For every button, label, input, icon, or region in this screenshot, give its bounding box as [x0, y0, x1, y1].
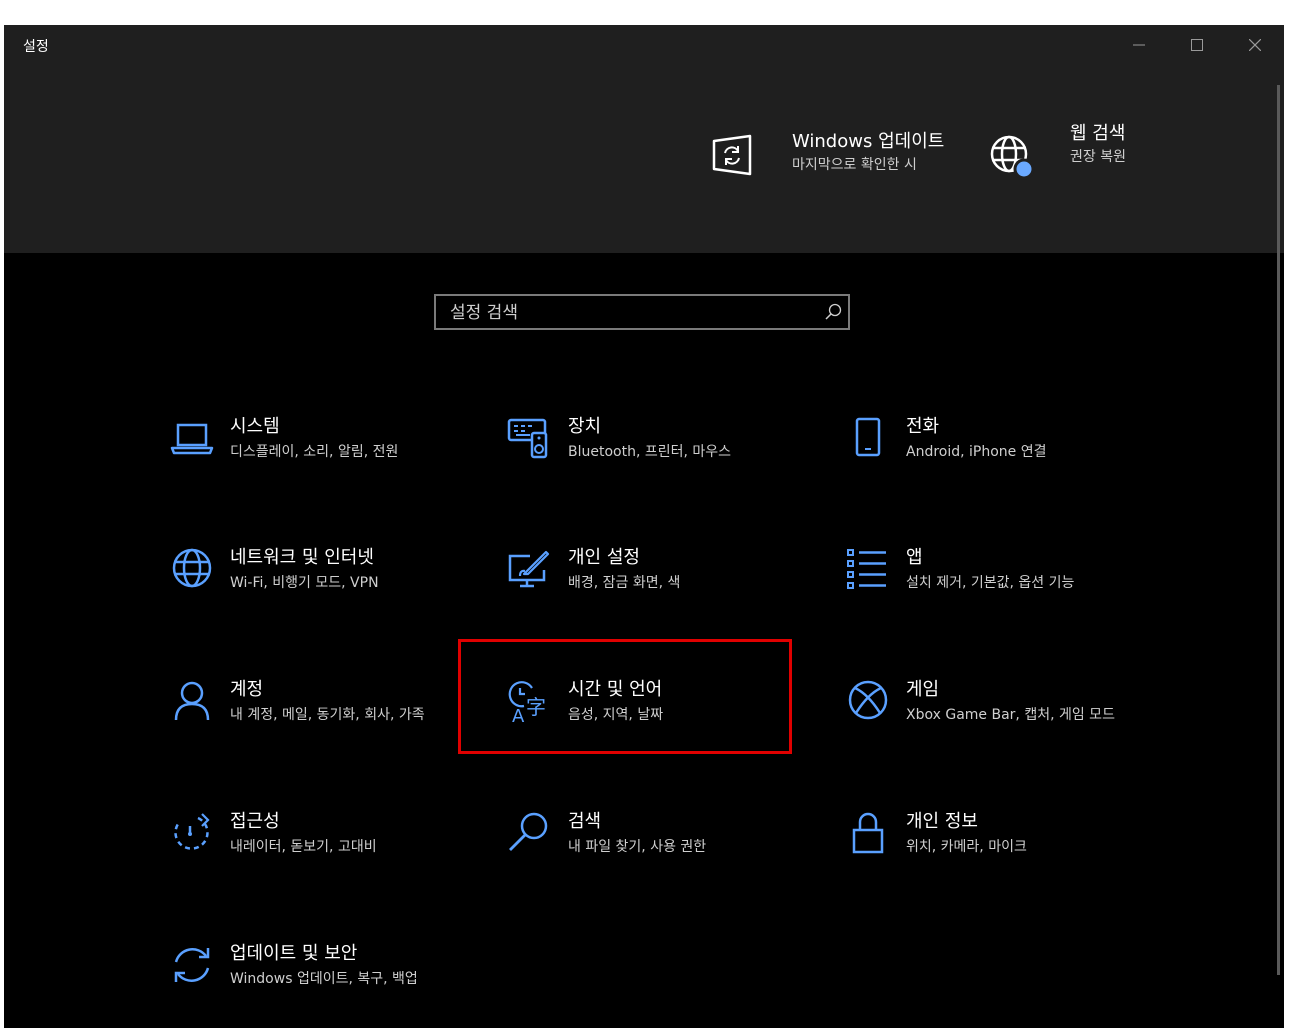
devices-icon	[507, 418, 548, 459]
lock-icon	[852, 812, 884, 854]
tile-accounts[interactable]: 계정 내 계정, 메일, 동기화, 회사, 가족	[160, 678, 490, 788]
tile-system-title: 시스템	[230, 416, 280, 437]
accessibility-timer-icon	[174, 813, 210, 850]
maximize-button[interactable]	[1168, 25, 1226, 65]
tile-phone-title: 전화	[906, 416, 940, 437]
tile-devices[interactable]: 장치 Bluetooth, 프린터, 마우스	[498, 415, 828, 525]
windows-update-title: Windows 업데이트	[792, 131, 945, 152]
tile-system[interactable]: 시스템 디스플레이, 소리, 알림, 전원	[160, 415, 490, 525]
tile-phone-subtitle: Android, iPhone 연결	[906, 444, 1047, 460]
sync-icon	[174, 948, 210, 982]
tile-gaming[interactable]: 게임 Xbox Game Bar, 캡처, 게임 모드	[836, 678, 1166, 788]
title-bar: 설정	[4, 25, 1284, 65]
search-icon	[509, 812, 548, 851]
tile-accessibility-title: 접근성	[230, 811, 280, 832]
search-icon[interactable]	[824, 303, 842, 321]
person-icon	[174, 681, 210, 721]
settings-header: Windows 업데이트 마지막으로 확인한 시 웹 검색 권장 복원	[4, 65, 1284, 253]
web-search-subtitle: 권장 복원	[1070, 149, 1126, 165]
laptop-icon	[170, 423, 214, 455]
tile-gaming-title: 게임	[906, 679, 940, 700]
tile-accounts-title: 계정	[230, 679, 264, 700]
web-search-shortcut[interactable]: 웹 검색 권장 복원	[988, 123, 1126, 183]
outer-frame	[0, 0, 1290, 25]
tile-apps-subtitle: 설치 제거, 기본값, 옵션 기능	[906, 575, 1075, 591]
tile-privacy-subtitle: 위치, 카메라, 마이크	[906, 839, 1027, 855]
tile-privacy[interactable]: 개인 정보 위치, 카메라, 마이크	[836, 810, 1166, 920]
tile-personalization-title: 개인 설정	[568, 547, 640, 568]
tile-update-security-subtitle: Windows 업데이트, 복구, 백업	[230, 971, 418, 987]
tile-network-title: 네트워크 및 인터넷	[230, 547, 374, 568]
tile-search-subtitle: 내 파일 찾기, 사용 권한	[568, 839, 707, 855]
tile-system-subtitle: 디스플레이, 소리, 알림, 전원	[230, 444, 399, 460]
tile-accounts-subtitle: 내 계정, 메일, 동기화, 회사, 가족	[230, 707, 425, 723]
tile-gaming-subtitle: Xbox Game Bar, 캡처, 게임 모드	[906, 707, 1115, 723]
phone-icon	[855, 417, 881, 457]
settings-window: 설정 Windows 업데이트 마지막으로 확인한 시 웹 검색 권장 복원 설…	[4, 25, 1284, 1028]
minimize-icon	[1133, 44, 1145, 46]
settings-search-box[interactable]	[434, 294, 850, 330]
tile-privacy-title: 개인 정보	[906, 811, 978, 832]
maximize-icon	[1191, 39, 1203, 51]
apps-list-icon	[847, 549, 886, 589]
tile-search[interactable]: 검색 내 파일 찾기, 사용 권한	[498, 810, 828, 920]
web-search-title: 웹 검색	[1070, 123, 1126, 144]
tile-apps-title: 앱	[906, 547, 923, 568]
windows-update-subtitle: 마지막으로 확인한 시	[792, 157, 917, 173]
window-title: 설정	[23, 39, 49, 55]
tile-apps[interactable]: 앱 설치 제거, 기본값, 옵션 기능	[836, 546, 1166, 656]
windows-update-shortcut[interactable]: Windows 업데이트 마지막으로 확인한 시	[710, 131, 944, 177]
selection-highlight	[458, 639, 792, 754]
tile-devices-title: 장치	[568, 416, 602, 437]
tile-update-security[interactable]: 업데이트 및 보안 Windows 업데이트, 복구, 백업	[160, 942, 490, 1028]
windows-update-icon	[712, 134, 752, 176]
close-icon	[1249, 39, 1261, 51]
globe-icon	[172, 548, 212, 588]
tile-update-security-title: 업데이트 및 보안	[230, 943, 358, 964]
minimize-button[interactable]	[1110, 25, 1168, 65]
tile-search-title: 검색	[568, 811, 602, 832]
tile-accessibility[interactable]: 접근성 내레이터, 돋보기, 고대비	[160, 810, 490, 920]
close-button[interactable]	[1226, 25, 1284, 65]
tile-network-subtitle: Wi-Fi, 비행기 모드, VPN	[230, 575, 379, 591]
tile-phone[interactable]: 전화 Android, iPhone 연결	[836, 415, 1166, 525]
scrollbar[interactable]	[1277, 85, 1280, 975]
settings-search-input[interactable]	[436, 296, 832, 330]
tile-personalization-subtitle: 배경, 잠금 화면, 색	[568, 575, 681, 591]
tile-devices-subtitle: Bluetooth, 프린터, 마우스	[568, 444, 732, 460]
web-search-globe-icon	[990, 135, 1035, 180]
personalization-icon	[508, 550, 550, 588]
tile-accessibility-subtitle: 내레이터, 돋보기, 고대비	[230, 839, 377, 855]
tile-network[interactable]: 네트워크 및 인터넷 Wi-Fi, 비행기 모드, VPN	[160, 546, 490, 656]
xbox-icon	[848, 680, 888, 720]
